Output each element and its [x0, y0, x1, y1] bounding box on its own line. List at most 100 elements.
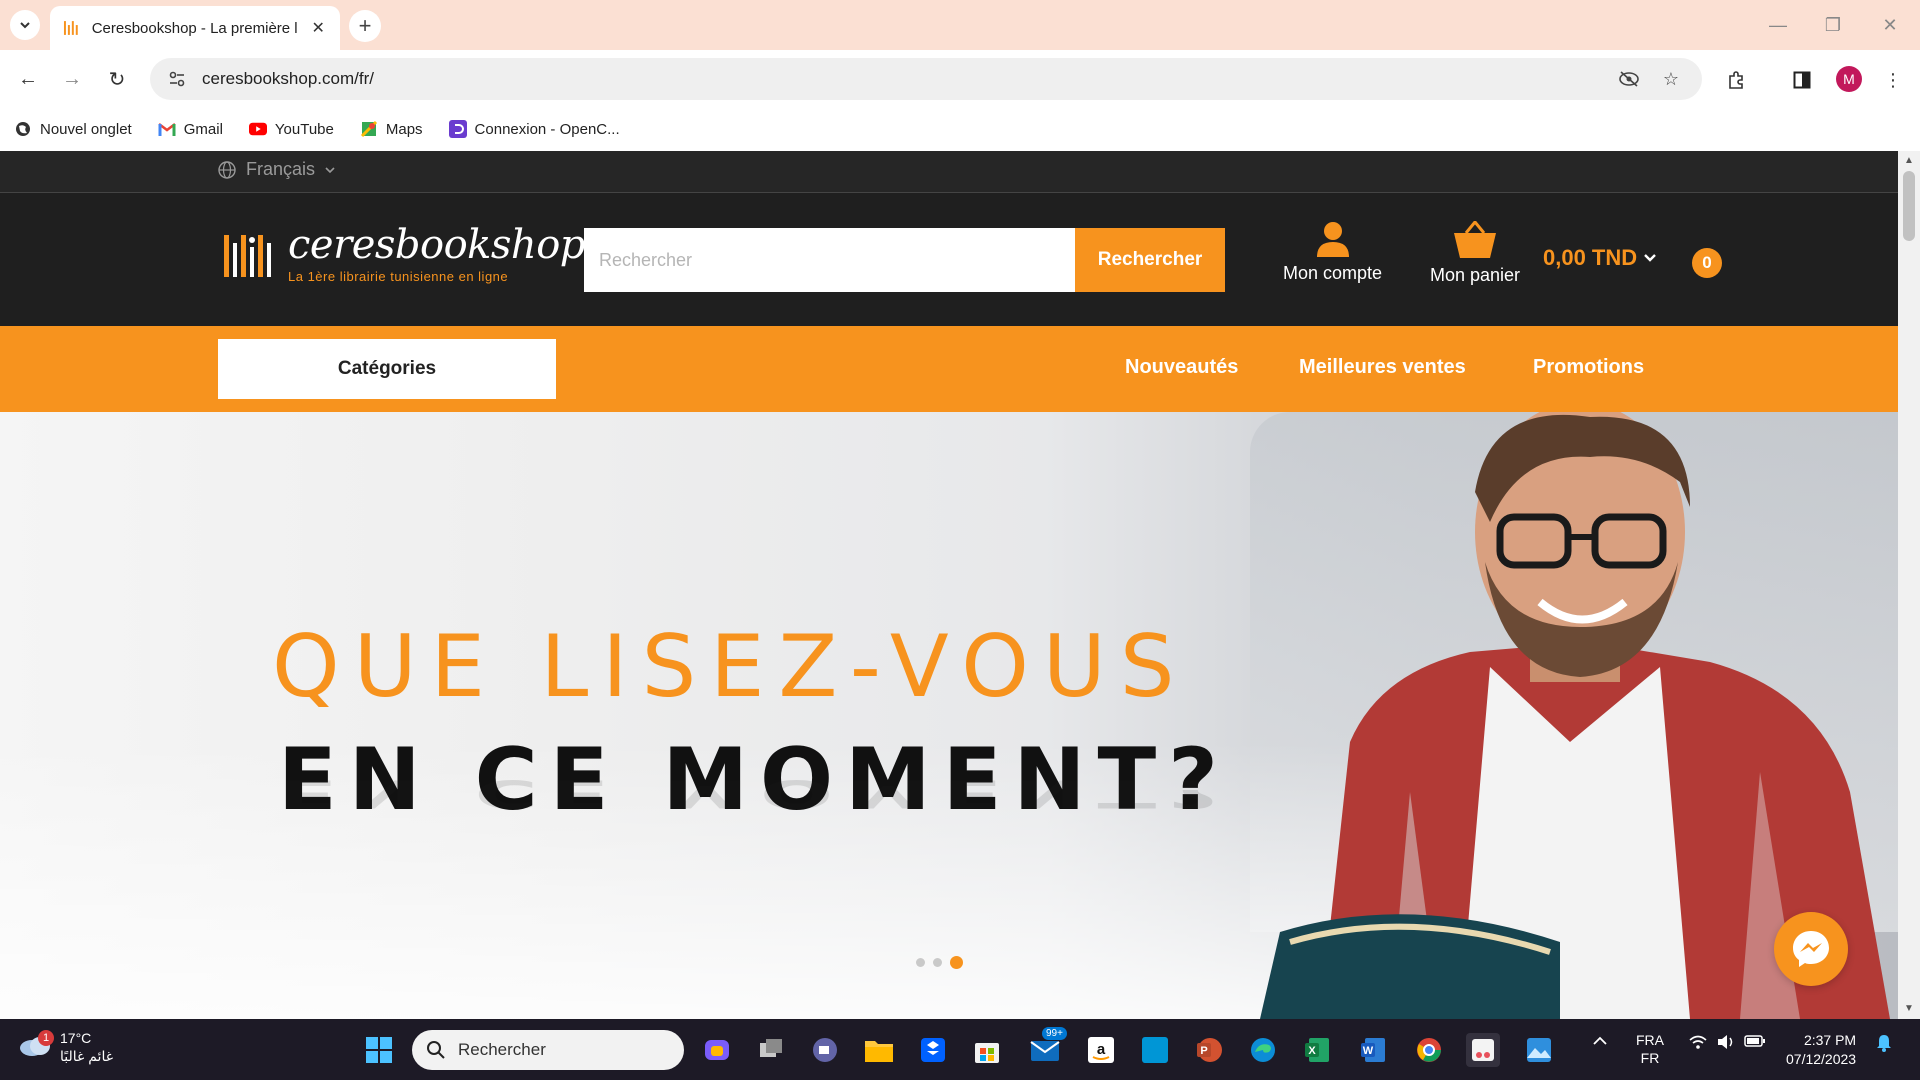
site-topbar: Français [0, 151, 1898, 193]
bookmark-gmail[interactable]: Gmail [157, 120, 223, 138]
account-link[interactable]: Mon compte [1283, 221, 1382, 284]
side-panel-icon[interactable] [1786, 64, 1818, 96]
taskbar-search[interactable]: Rechercher [412, 1030, 684, 1070]
bookmark-maps[interactable]: Maps [360, 120, 423, 138]
powerpoint-icon[interactable]: P [1192, 1033, 1226, 1067]
forward-button[interactable]: → [57, 64, 87, 94]
word-icon[interactable]: W [1356, 1033, 1390, 1067]
hero-slider[interactable]: QUE LISEZ-VOUS EN CE MOMENT? EN CE MOMEN… [0, 412, 1898, 1019]
snipping-tool-icon[interactable] [1466, 1033, 1500, 1067]
teams-icon[interactable] [808, 1033, 842, 1067]
extensions-icon[interactable] [1720, 64, 1752, 96]
site-info-icon[interactable] [166, 68, 188, 90]
messenger-icon [1793, 931, 1829, 967]
mail-icon[interactable]: 99+ [1028, 1027, 1067, 1067]
weather-description: غائم غالبًا [60, 1048, 114, 1064]
chevron-down-icon [20, 22, 30, 29]
bookmark-youtube[interactable]: YouTube [248, 120, 334, 138]
main-navigation: Catégories Nouveautés Meilleures ventes … [0, 326, 1898, 412]
nav-link-nouveautes[interactable]: Nouveautés [1125, 356, 1238, 379]
slider-dot-3[interactable] [950, 956, 963, 969]
web-page: Français ceresbookshop La 1ère librairie… [0, 151, 1898, 1019]
back-button[interactable]: ← [13, 64, 43, 94]
site-search-input[interactable] [599, 249, 1076, 271]
cart-link[interactable]: Mon panier [1430, 221, 1520, 286]
windows-taskbar: 1 17°C غائم غالبًا Rechercher 99+ a P X … [0, 1019, 1920, 1080]
chrome-icon[interactable] [1412, 1033, 1446, 1067]
bookmark-label: Maps [385, 120, 423, 138]
scroll-down-icon[interactable]: ▼ [1903, 1003, 1915, 1015]
browser-tab-strip: Ceresbookshop - La première li ✕ + — ❐ ✕ [0, 0, 1920, 50]
language-label: Français [246, 159, 316, 179]
shopping-basket-icon [1454, 221, 1497, 258]
battery-icon[interactable] [1744, 1034, 1766, 1051]
slider-dot-1[interactable] [916, 958, 925, 967]
minimize-button[interactable]: — [1758, 10, 1798, 40]
bookmark-label: Gmail [183, 120, 223, 138]
bookmark-star-icon[interactable]: ☆ [1656, 64, 1686, 94]
scroll-up-icon[interactable]: ▲ [1903, 155, 1915, 167]
amazon-icon[interactable]: a [1084, 1033, 1118, 1067]
page-scrollbar[interactable]: ▲ ▼ [1898, 151, 1920, 1019]
opencart-icon [448, 120, 467, 138]
scrollbar-thumb[interactable] [1903, 171, 1915, 241]
system-clock[interactable]: 2:37 PM 07/12/2023 [1786, 1031, 1856, 1069]
windows-start-icon[interactable] [362, 1033, 396, 1067]
close-window-button[interactable]: ✕ [1870, 10, 1910, 40]
slider-dot-2[interactable] [933, 958, 942, 967]
site-logo[interactable]: ceresbookshop La 1ère librairie tunisien… [222, 223, 585, 284]
tab-title: Ceresbookshop - La première li [91, 19, 299, 37]
url-text: ceresbookshop.com/fr/ [202, 69, 374, 88]
site-search-button[interactable]: Rechercher [1075, 228, 1225, 292]
bookmark-nouvel-onglet[interactable]: Nouvel onglet [14, 120, 132, 138]
clock-date: 07/12/2023 [1786, 1051, 1857, 1067]
microsoft-store-icon[interactable] [970, 1033, 1004, 1067]
wifi-icon[interactable] [1688, 1034, 1708, 1053]
new-tab-button[interactable]: + [349, 10, 381, 42]
browser-toolbar: ← → ↻ ceresbookshop.com/fr/ ☆ ⋮ [0, 50, 1920, 108]
youtube-icon [248, 120, 267, 138]
weather-widget[interactable]: 1 17°C غائم غالبًا [18, 1029, 113, 1065]
edge-icon[interactable] [1246, 1033, 1280, 1067]
categories-button[interactable]: Catégories [218, 339, 556, 399]
bookmark-label: Connexion - OpenC... [474, 120, 620, 138]
cart-total-value: 0,00 TND [1543, 245, 1638, 270]
task-view-icon[interactable] [754, 1033, 788, 1067]
svg-text:X: X [1308, 1045, 1316, 1057]
input-language-indicator[interactable]: FRA FR [1636, 1031, 1664, 1067]
slider-pagination [916, 956, 963, 969]
hero-headline-reflection: EN CE MOMENT? [278, 771, 1231, 816]
close-tab-icon[interactable]: ✕ [308, 18, 328, 38]
cart-total-dropdown[interactable]: 0,00 TND [1543, 245, 1657, 271]
restore-button[interactable]: ❐ [1813, 10, 1853, 40]
nav-link-promotions[interactable]: Promotions [1533, 356, 1644, 379]
messenger-chat-button[interactable] [1774, 912, 1848, 986]
reload-button[interactable]: ↻ [102, 64, 132, 94]
myhp-icon[interactable] [1138, 1033, 1172, 1067]
svg-text:W: W [1363, 1045, 1374, 1057]
bookmark-opencart[interactable]: Connexion - OpenC... [448, 120, 620, 138]
show-hidden-icons-icon[interactable] [1592, 1034, 1608, 1050]
dropbox-icon[interactable] [916, 1033, 950, 1067]
language-selector[interactable]: Français [218, 159, 335, 180]
site-header: ceresbookshop La 1ère librairie tunisien… [0, 193, 1898, 326]
eye-off-icon[interactable] [1614, 64, 1644, 94]
globe-icon [14, 120, 32, 138]
excel-icon[interactable]: X [1300, 1033, 1334, 1067]
profile-avatar[interactable]: M [1836, 66, 1862, 92]
browser-menu-icon[interactable]: ⋮ [1877, 64, 1909, 96]
cart-label: Mon panier [1430, 265, 1521, 285]
address-bar[interactable]: ceresbookshop.com/fr/ ☆ [150, 58, 1702, 100]
gmail-icon [157, 120, 176, 138]
file-explorer-icon[interactable] [862, 1033, 896, 1067]
logo-name: ceresbookshop [288, 222, 585, 268]
globe-icon [218, 160, 236, 179]
nav-link-meilleures-ventes[interactable]: Meilleures ventes [1299, 356, 1466, 379]
notification-bell-icon[interactable] [1876, 1034, 1892, 1055]
volume-icon[interactable] [1716, 1034, 1736, 1053]
tab-search-button[interactable] [10, 10, 40, 40]
account-label: Mon compte [1283, 263, 1383, 283]
copilot-icon[interactable] [700, 1033, 734, 1067]
photos-icon[interactable] [1522, 1033, 1556, 1067]
browser-tab-active[interactable]: Ceresbookshop - La première li ✕ [50, 6, 340, 50]
